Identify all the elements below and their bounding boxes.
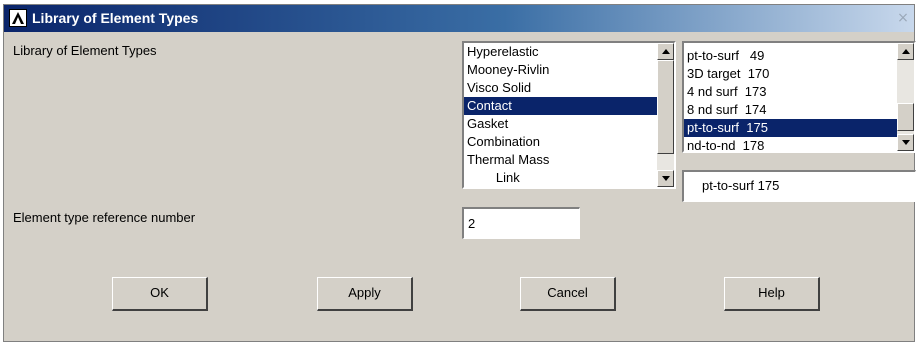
element-list-item[interactable]: 4 nd surf 173 bbox=[684, 83, 897, 101]
ansys-logo-icon bbox=[9, 9, 27, 27]
category-list-item[interactable]: Thermal Mass bbox=[464, 151, 657, 169]
category-list-item[interactable]: Contact bbox=[464, 97, 657, 115]
element-scroll-down-button[interactable] bbox=[897, 134, 914, 151]
category-list-item[interactable]: Mooney-Rivlin bbox=[464, 61, 657, 79]
arrow-down-icon bbox=[902, 140, 910, 145]
category-listbox[interactable]: Hyperelastic Mooney-Rivlin Visco Solid Cont… bbox=[462, 41, 676, 189]
element-list: pt-to-surf 49 3D target 170 4 nd surf 173 8… bbox=[684, 43, 897, 151]
arrow-up-icon bbox=[902, 49, 910, 54]
ok-button[interactable]: OK bbox=[112, 277, 208, 311]
element-list-item[interactable]: 3D target 170 bbox=[684, 65, 897, 83]
element-scroll-thumb[interactable] bbox=[897, 103, 914, 131]
library-dialog: Library of Element Types × Library of El… bbox=[3, 4, 916, 342]
category-list-item[interactable]: Hyperelastic bbox=[464, 43, 657, 61]
category-scroll-up-button[interactable] bbox=[657, 43, 674, 60]
category-list-item[interactable]: Visco Solid bbox=[464, 79, 657, 97]
element-scroll-up-button[interactable] bbox=[897, 43, 914, 60]
element-list-item[interactable]: pt-to-surf 175 bbox=[684, 119, 897, 137]
selected-element-field: pt-to-surf 175 bbox=[682, 170, 916, 202]
apply-button[interactable]: Apply bbox=[317, 277, 413, 311]
category-list-item[interactable]: Link bbox=[464, 169, 657, 187]
help-button[interactable]: Help bbox=[724, 277, 820, 311]
category-scroll-thumb[interactable] bbox=[657, 60, 674, 154]
element-list-item[interactable]: pt-to-surf 49 bbox=[684, 47, 897, 65]
category-list-item[interactable]: Combination bbox=[464, 133, 657, 151]
element-list-item[interactable]: nd-to-nd 178 bbox=[684, 137, 897, 151]
element-scrollbar[interactable] bbox=[897, 43, 914, 151]
arrow-down-icon bbox=[662, 176, 670, 181]
arrow-up-icon bbox=[662, 49, 670, 54]
ref-number-field[interactable] bbox=[462, 207, 580, 239]
ref-number-input[interactable] bbox=[468, 209, 579, 238]
close-icon[interactable]: × bbox=[896, 11, 910, 25]
library-label: Library of Element Types bbox=[13, 43, 157, 58]
ref-number-label: Element type reference number bbox=[13, 210, 196, 225]
window-title: Library of Element Types bbox=[32, 10, 199, 26]
element-listbox[interactable]: pt-to-surf 49 3D target 170 4 nd surf 173 8… bbox=[682, 41, 916, 153]
element-list-item[interactable]: 8 nd surf 174 bbox=[684, 101, 897, 119]
cancel-button[interactable]: Cancel bbox=[520, 277, 616, 311]
title-bar[interactable]: Library of Element Types × bbox=[4, 5, 914, 32]
category-scrollbar[interactable] bbox=[657, 43, 674, 187]
category-list-item[interactable]: Gasket bbox=[464, 115, 657, 133]
category-scroll-down-button[interactable] bbox=[657, 170, 674, 187]
selected-element-value: pt-to-surf 175 bbox=[702, 178, 780, 193]
category-list: Hyperelastic Mooney-Rivlin Visco Solid Cont… bbox=[464, 43, 657, 187]
